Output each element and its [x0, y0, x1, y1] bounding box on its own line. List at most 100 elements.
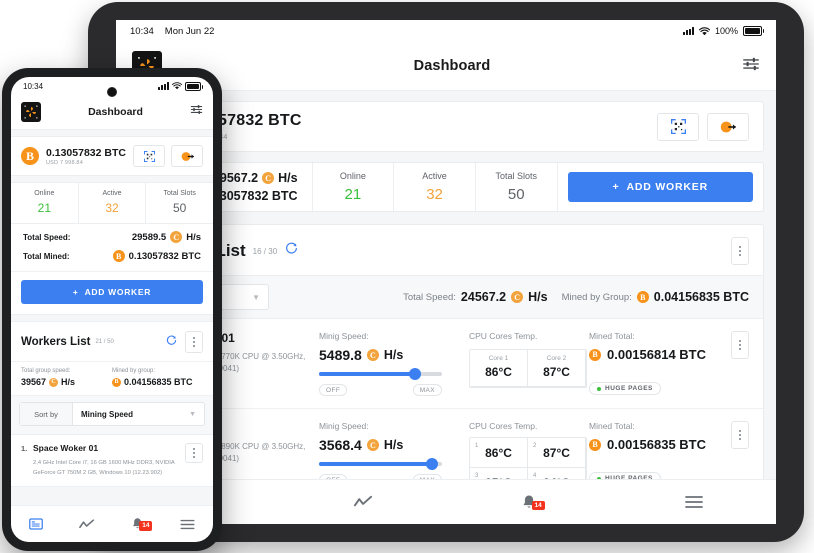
worker-speed-unit: H/s [383, 348, 404, 362]
coin-send-icon[interactable] [707, 112, 749, 141]
phone-balance-card: B 0.13057832 BTC USD 7 998.84 [11, 136, 213, 176]
core-temp-cell: 2 87°C [528, 438, 586, 468]
phone-screen: 10:34 Dashboard B 0.13057832 BTC USD 7 9… [11, 77, 213, 542]
stat-online: Online 21 [313, 163, 395, 211]
add-worker-button[interactable]: + ADD WORKER [567, 172, 753, 202]
nav-stats-button[interactable] [62, 518, 113, 530]
nav-dashboard-button[interactable] [11, 517, 62, 531]
core-temp-cell: 1 86°C [470, 438, 528, 468]
kebab-menu-icon[interactable] [185, 331, 203, 353]
core-name: Core 1 [488, 355, 509, 362]
worker-temp-label: CPU Cores Temp. [469, 331, 538, 341]
nav-menu-button[interactable] [163, 519, 214, 530]
worker-kebab-menu-icon[interactable] [185, 443, 203, 463]
worker-kebab-menu-icon[interactable] [731, 331, 749, 359]
battery-percent: 100% [714, 26, 738, 36]
refresh-icon[interactable] [166, 333, 177, 351]
sliders-icon[interactable] [742, 55, 760, 78]
cellular-signal-icon [682, 27, 694, 35]
speed-slider[interactable] [319, 458, 442, 470]
nav-notifications-button[interactable]: 14 [446, 494, 611, 511]
stat-value: 32 [105, 201, 119, 215]
balance-usd: USD 7 998.84 [46, 159, 83, 166]
worker-speed-unit: H/s [383, 438, 404, 452]
worker-row[interactable]: 1. Space Woker 01 2,4 GHz Intel Core i7,… [11, 434, 213, 487]
chevron-down-icon: ▼ [189, 410, 196, 418]
worker-kebab-menu-icon[interactable] [731, 421, 749, 449]
group-total-speed-unit: H/s [528, 290, 548, 304]
stat-value: 21 [344, 186, 362, 203]
phone-total-speed-row: Total Speed: 29589.5 C H/s [11, 224, 213, 250]
sort-by-control[interactable]: Sort by Mining Speed ▼ [19, 402, 205, 426]
phone-camera-notch [107, 87, 117, 97]
phone-total-mined-row: Total Mined: B 0.13057832 BTC [11, 250, 213, 271]
balance-amount: 0.13057832 BTC [46, 146, 126, 159]
wifi-icon [698, 26, 710, 35]
worker-mined-label: Mined Total: [589, 421, 635, 431]
group-mined: Mined by Group: B 0.04156835 BTC [562, 290, 749, 304]
group-mined-value: 0.04156835 BTC [124, 377, 193, 387]
hashrate-coin-icon: C [366, 349, 379, 361]
kebab-menu-icon[interactable] [731, 237, 749, 265]
stat-label: Online [339, 171, 366, 181]
phone-stats-card: Online 21 Active 32 Total Slots 50 Total… [11, 182, 213, 315]
workers-list-count: 16 / 30 [252, 246, 278, 256]
stat-label: Total Slots [495, 171, 537, 181]
stat-value: 21 [37, 201, 52, 215]
sort-by-value: Mining Speed [81, 409, 133, 419]
stat-total-slots: Total Slots 50 [146, 183, 213, 223]
notification-badge: 14 [139, 521, 153, 531]
wifi-icon [172, 82, 182, 90]
stat-label: Active [422, 171, 447, 181]
group-mined-value: 0.04156835 BTC [653, 290, 749, 304]
worker-speed-block: Minig Speed: 5489.8 C H/s OFF MAX [319, 331, 469, 396]
screenshot-stage: 10:34 Mon Jun 22 100% Dashboard 0.130578… [0, 0, 814, 553]
cellular-signal-icon [158, 82, 169, 90]
phone-app-bar: Dashboard [11, 95, 213, 130]
qr-code-icon[interactable] [657, 112, 699, 141]
hashrate-coin-icon: C [170, 231, 183, 243]
refresh-icon[interactable] [285, 242, 298, 260]
slider-off-tag: OFF [319, 384, 348, 396]
nav-notifications-button[interactable]: 14 [112, 517, 163, 531]
hamburger-menu-icon [684, 496, 703, 508]
bitcoin-icon: B [21, 147, 39, 165]
qr-code-icon[interactable] [133, 145, 165, 167]
huge-pages-badge: HUGE PAGES [589, 382, 661, 395]
sliders-icon[interactable] [190, 103, 203, 121]
group-speed-value: 39567 [21, 377, 47, 387]
nav-stats-button[interactable] [281, 495, 446, 509]
workers-list-header: Workers List 16 / 30 [129, 225, 763, 275]
hamburger-menu-icon [180, 519, 195, 529]
worker-speed-value: 5489.8 [319, 347, 362, 363]
core-temp: 87°C [543, 446, 570, 460]
total-mined-value: 0.13057832 BTC [128, 250, 201, 262]
status-time: 10:34 [23, 81, 44, 91]
stat-online: Online 21 [11, 183, 79, 223]
worker-row[interactable]: Space Woker 01 Intel(R) Core(TM) i7-4770… [129, 319, 763, 409]
add-worker-button[interactable]: + ADD WORKER [21, 280, 203, 304]
group-speed-unit: H/s [61, 377, 76, 387]
group-total-speed-label: Total Speed: [403, 291, 456, 303]
phone-workers-list-card: Workers List 21 / 50 Total group speed: … [11, 321, 213, 488]
cpu-core-temp-grid: 1 86°C 2 87°C 3 85°C [469, 437, 587, 481]
total-speed-label: Total Speed: [23, 232, 71, 242]
core-name: 1 [475, 443, 479, 449]
page-title: Dashboard [413, 58, 491, 74]
bitcoin-icon-small: B [589, 438, 601, 451]
plus-icon: + [612, 181, 620, 193]
phone-group-stats: Total group speed: 39567 C H/s Mined by … [11, 361, 213, 395]
worker-mined-block: Mined Total: B 0.00156835 BTC HUGE PAGES [589, 421, 731, 481]
hashrate-coin-icon: C [511, 291, 524, 303]
bitcoin-icon-small: B [112, 250, 125, 262]
worker-row[interactable]: My Home PC Intel(R) Core(TM) i7-5890K CP… [129, 409, 763, 481]
worker-index: 1. [21, 444, 28, 453]
bitcoin-icon-small: B [589, 348, 601, 361]
page-title: Dashboard [88, 106, 143, 118]
nav-menu-button[interactable] [611, 495, 776, 509]
group-total-speed: Total Speed: 24567.2 C H/s [403, 290, 547, 304]
cpu-core-temp-grid: Core 1 86°C Core 2 87°C [469, 349, 587, 388]
speed-slider[interactable] [319, 368, 442, 380]
coin-send-icon[interactable] [171, 145, 203, 167]
group-total-speed-value: 24567.2 [460, 290, 507, 304]
